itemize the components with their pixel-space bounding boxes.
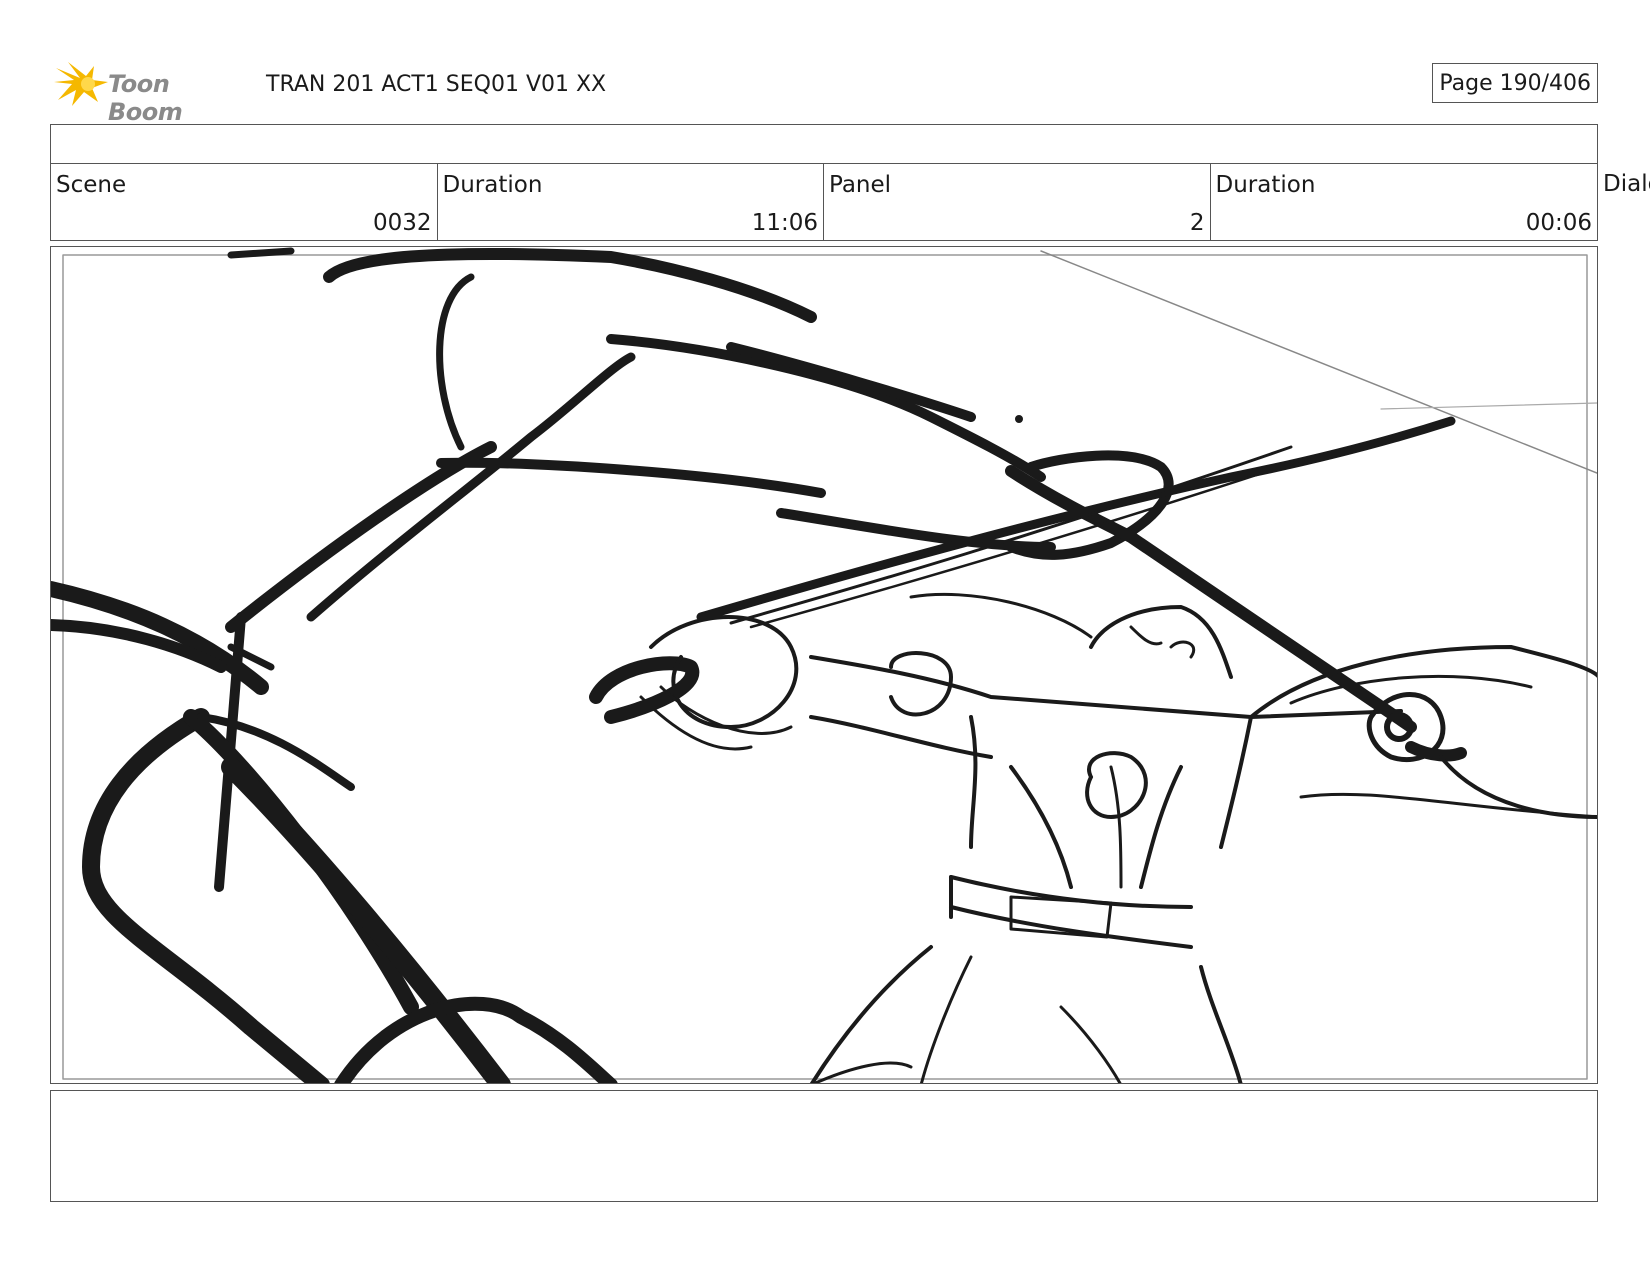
page-indicator: Page 190/406 (1432, 63, 1598, 103)
toon-boom-logo: Toon Boom (50, 56, 250, 126)
scene-duration-label: Duration (442, 172, 543, 198)
starburst-logo-icon (54, 62, 108, 106)
document-title: TRAN 201 ACT1 SEQ01 V01 XX (266, 72, 607, 97)
panel-duration-cell: Duration 00:06 (1211, 164, 1598, 240)
panel-duration-value: 00:06 (1525, 210, 1592, 236)
panel-duration-label: Duration (1215, 172, 1316, 198)
scene-duration-value: 11:06 (751, 210, 818, 236)
scene-duration-cell: Duration 11:06 (438, 164, 824, 240)
logo-wordmark: Toon Boom (108, 70, 183, 126)
scene-number: 0032 (372, 210, 432, 236)
dialogue-label-truncated: Dialo (1603, 171, 1650, 197)
panel-notes-box (50, 1090, 1598, 1202)
panel-cell: Panel 2 (824, 164, 1211, 240)
scene-cell: Scene 0032 (51, 164, 438, 240)
rough-sketch-drawing (51, 247, 1597, 1083)
panel-number: 2 (1189, 210, 1205, 236)
storyboard-header: Toon Boom TRAN 201 ACT1 SEQ01 V01 XX Pag… (50, 56, 1598, 126)
scene-label: Scene (56, 172, 127, 198)
panel-info-row: Scene 0032 Duration 11:06 Panel 2 Durati… (50, 163, 1598, 241)
header-blank-strip (50, 124, 1598, 164)
storyboard-panel-image (50, 246, 1598, 1084)
panel-label: Panel (829, 172, 892, 198)
